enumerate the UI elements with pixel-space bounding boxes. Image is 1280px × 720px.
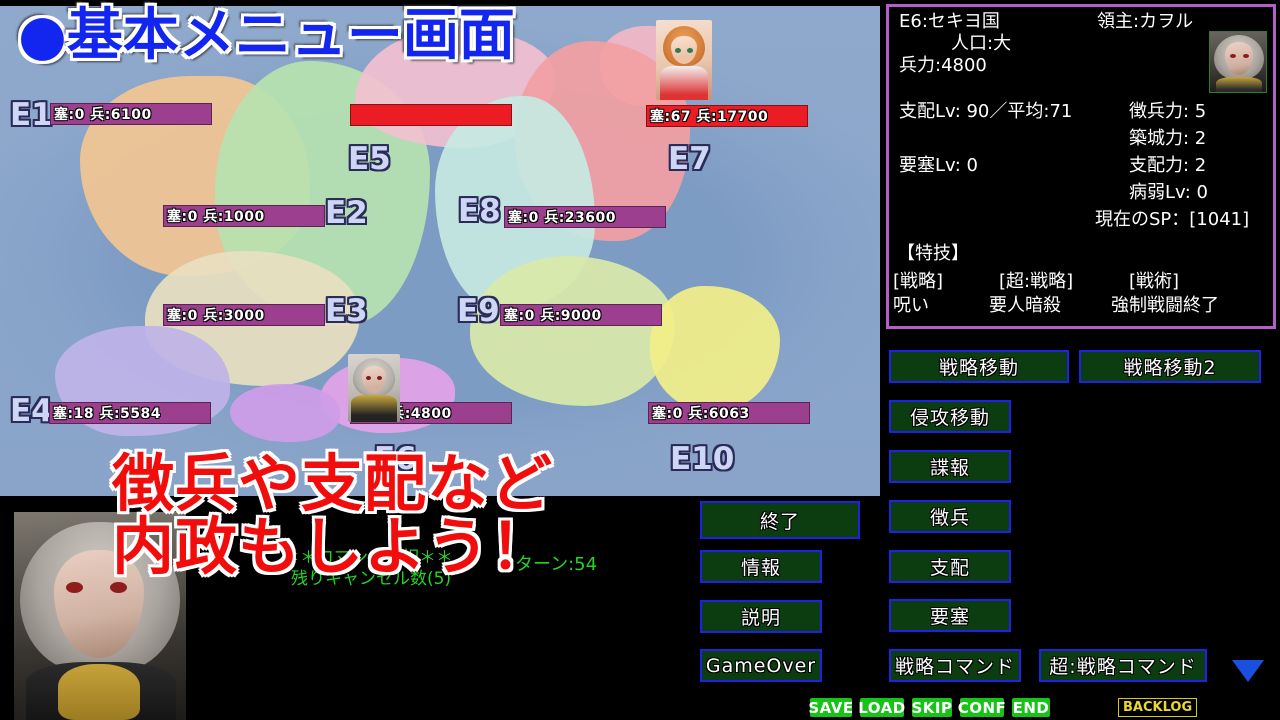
- territory-label-e9[interactable]: E9: [457, 296, 500, 327]
- territory-bar-e5[interactable]: [350, 104, 512, 126]
- territory-info-panel: E6:セキヨ国 領主:カヲル 人口:大 兵力:4800 支配Lv: 90／平均:…: [886, 4, 1276, 329]
- info-skill-value-strategy: 呪い: [893, 295, 929, 316]
- landmass-e10: [650, 286, 780, 411]
- strategic-move-button[interactable]: 戦略移動: [889, 350, 1069, 383]
- espionage-button[interactable]: 諜報: [889, 450, 1011, 483]
- page-title-text: 基本メニュー画面: [66, 3, 515, 68]
- game-screen: E1 E2 E3 E4 E5 E6 E7 E8 E9 E10 塞:0 兵:610…: [0, 0, 1280, 720]
- backlog-button[interactable]: BACKLOG: [1118, 698, 1198, 717]
- load-button[interactable]: LOAD: [858, 698, 905, 717]
- exit-button[interactable]: 終了: [700, 501, 860, 539]
- conscription-button[interactable]: 徴兵: [889, 500, 1011, 533]
- chevron-down-icon[interactable]: [1232, 660, 1264, 682]
- gameover-button[interactable]: GameOver: [700, 649, 822, 682]
- territory-bar-text-e10: 塞:0 兵:6063: [652, 406, 750, 422]
- info-fort-level: 要塞Lv: 0: [899, 155, 978, 176]
- info-military: 兵力:4800: [899, 55, 987, 76]
- info-population: 人口:大: [951, 33, 1012, 54]
- territory-bar-text-e7: 塞:67 兵:17700: [650, 109, 769, 125]
- territory-bar-e2[interactable]: 塞:0 兵:1000: [163, 205, 325, 227]
- conf-button[interactable]: CONF: [958, 698, 1006, 717]
- territory-bar-text-e2: 塞:0 兵:1000: [167, 209, 265, 225]
- info-button[interactable]: 情報: [700, 550, 822, 583]
- info-skill-header-super-strategy: [超:戦略]: [999, 271, 1074, 292]
- page-title: ● 基本メニュー画面: [18, 8, 515, 64]
- tutorial-caption-line1: 徴兵や支配など: [112, 447, 554, 520]
- system-status-bar: SAVE LOAD SKIP CONF END BACKLOG: [0, 696, 1280, 720]
- territory-label-e10[interactable]: E10: [670, 444, 734, 475]
- info-skill-header-strategy: [戦略]: [893, 271, 944, 292]
- info-rule-level: 支配Lv: 90／平均:71: [899, 101, 1073, 122]
- world-map[interactable]: E1 E2 E3 E4 E5 E6 E7 E8 E9 E10 塞:0 兵:610…: [0, 6, 880, 496]
- territory-label-e7[interactable]: E7: [668, 144, 711, 175]
- territory-bar-text-e4: 塞:18 兵:5584: [53, 406, 162, 422]
- territory-label-e4[interactable]: E4: [10, 396, 53, 427]
- strategy-command-button[interactable]: 戦略コマンド: [889, 649, 1021, 682]
- territory-bar-e7[interactable]: 塞:67 兵:17700: [646, 105, 808, 127]
- territory-label-e5[interactable]: E5: [348, 144, 391, 175]
- territory-bar-text-e1: 塞:0 兵:6100: [54, 107, 152, 123]
- info-current-sp: 現在のSP：[1041]: [1095, 209, 1250, 230]
- territory-label-e2[interactable]: E2: [325, 198, 368, 229]
- map-portrait-e7: [656, 20, 712, 100]
- strategic-move-2-button[interactable]: 戦略移動2: [1079, 350, 1261, 383]
- fortress-button[interactable]: 要塞: [889, 599, 1011, 632]
- save-button[interactable]: SAVE: [808, 698, 853, 717]
- territory-bar-e8[interactable]: 塞:0 兵:23600: [504, 206, 666, 228]
- info-skill-value-tactics: 強制戦闘終了: [1111, 295, 1219, 316]
- territory-bar-text-e3: 塞:0 兵:3000: [167, 308, 265, 324]
- super-strategy-command-button[interactable]: 超:戦略コマンド: [1039, 649, 1207, 682]
- landmass-e6-west: [230, 384, 340, 442]
- territory-bar-text-e9: 塞:0 兵:9000: [504, 308, 602, 324]
- info-skill-header-tactics: [戦術]: [1129, 271, 1180, 292]
- help-button[interactable]: 説明: [700, 600, 822, 633]
- title-bullet-icon: ●: [18, 3, 67, 68]
- character-collar: [58, 664, 140, 720]
- info-skills-title: 【特技】: [897, 243, 969, 264]
- territory-label-e3[interactable]: E3: [325, 296, 368, 327]
- end-button[interactable]: END: [1012, 698, 1050, 717]
- info-skill-value-super-strategy: 要人暗殺: [989, 295, 1061, 316]
- info-sickness-level: 病弱Lv: 0: [1129, 182, 1208, 203]
- map-portrait-e6: [348, 354, 400, 422]
- info-lord: 領主:カヲル: [1097, 11, 1194, 32]
- territory-bar-e3[interactable]: 塞:0 兵:3000: [163, 304, 325, 326]
- territory-bar-e1[interactable]: 塞:0 兵:6100: [50, 103, 212, 125]
- territory-bar-e9[interactable]: 塞:0 兵:9000: [500, 304, 662, 326]
- tutorial-caption-line2: 内政もしよう！: [112, 510, 554, 584]
- character-eye-right: [110, 582, 127, 593]
- territory-label-e8[interactable]: E8: [458, 196, 501, 227]
- skip-button[interactable]: SKIP: [912, 698, 952, 717]
- character-eye-left: [66, 582, 83, 593]
- rule-button[interactable]: 支配: [889, 550, 1011, 583]
- info-conscription-power: 徴兵力: 5: [1129, 101, 1207, 122]
- lord-portrait: [1209, 31, 1267, 93]
- lord-portrait-body: [1216, 77, 1262, 92]
- landmass-e9: [470, 256, 675, 406]
- info-castle-power: 築城力: 2: [1129, 128, 1207, 149]
- lord-portrait-eye-right: [1243, 54, 1249, 58]
- territory-bar-text-e8: 塞:0 兵:23600: [508, 210, 617, 226]
- info-rule-power: 支配力: 2: [1129, 155, 1207, 176]
- lord-portrait-eye-left: [1230, 54, 1236, 58]
- tutorial-caption: 徴兵や支配など 内政もしよう！: [112, 447, 554, 584]
- territory-bar-e4[interactable]: 塞:18 兵:5584: [49, 402, 211, 424]
- territory-bar-e10[interactable]: 塞:0 兵:6063: [648, 402, 810, 424]
- info-territory-name: E6:セキヨ国: [899, 11, 1000, 32]
- territory-label-e1[interactable]: E1: [10, 100, 53, 131]
- invasion-move-button[interactable]: 侵攻移動: [889, 400, 1011, 433]
